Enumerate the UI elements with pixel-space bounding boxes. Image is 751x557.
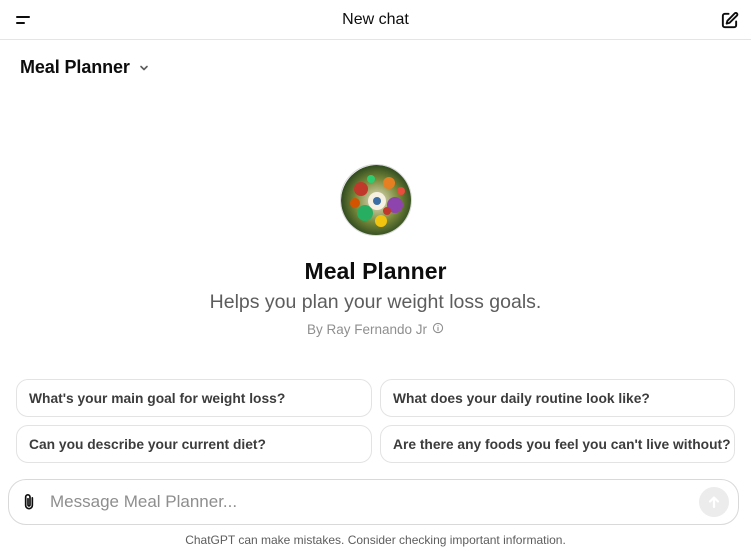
message-input[interactable] — [49, 482, 699, 522]
gpt-description: Helps you plan your weight loss goals. — [209, 291, 542, 313]
starter-button[interactable]: What does your daily routine look like? — [380, 379, 735, 417]
starter-button[interactable]: Are there any foods you feel you can't l… — [380, 425, 735, 463]
conversation-starters: What's your main goal for weight loss? W… — [16, 379, 735, 463]
info-icon[interactable] — [432, 322, 444, 337]
message-composer — [8, 479, 739, 525]
starter-button[interactable]: What's your main goal for weight loss? — [16, 379, 372, 417]
disclaimer: ChatGPT can make mistakes. Consider chec… — [185, 533, 566, 547]
author-label: By Ray Fernando Jr — [306, 322, 428, 337]
gpt-author: By Ray Fernando Jr — [307, 322, 444, 337]
top-bar: New chat — [0, 0, 751, 40]
starter-button[interactable]: Can you describe your current diet? — [16, 425, 372, 463]
page-title: New chat — [342, 10, 409, 28]
gpt-name: Meal Planner — [304, 258, 447, 284]
model-selector[interactable]: Meal Planner — [20, 57, 150, 78]
menu-icon[interactable] — [12, 9, 34, 31]
gpt-avatar — [339, 164, 412, 236]
paperclip-icon[interactable] — [9, 479, 49, 525]
chevron-down-icon — [138, 62, 150, 74]
arrow-up-icon[interactable] — [699, 487, 729, 517]
model-selector-label: Meal Planner — [20, 57, 130, 77]
gpt-intro: Meal Planner Helps you plan your weight … — [0, 164, 751, 337]
compose-icon[interactable] — [718, 9, 740, 31]
